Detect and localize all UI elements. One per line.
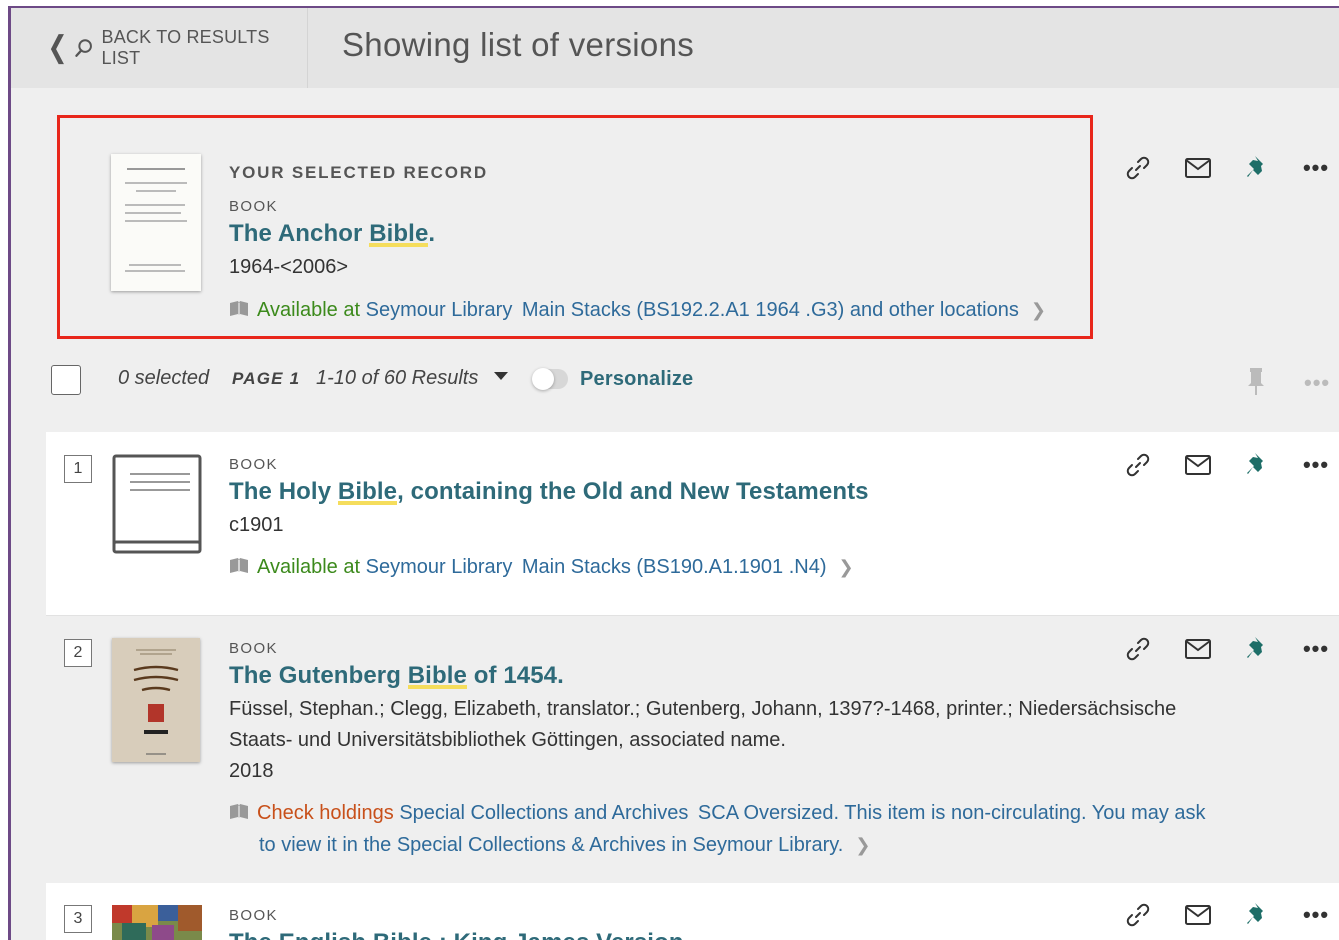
result-row-1: 1 BOOK The Holy Bible, containing the Ol… [46,432,1339,615]
more-icon[interactable]: ••• [1302,901,1330,929]
back-to-results-label: BACK TO RESULTS LIST [101,27,270,68]
availability-line-cont[interactable]: to view it in the Special Collections & … [259,829,870,861]
app-frame: ❮ BACK TO RESULTS LIST Showing list of v… [8,6,1339,940]
english-bible-cover-thumbnail[interactable] [112,905,202,940]
record-date: c1901 [229,514,284,536]
title-highlight: Bible [337,478,398,505]
page-title: Showing list of versions [342,26,695,63]
title-highlight: Bible [407,662,467,689]
more-icon[interactable]: ••• [1302,635,1330,663]
email-icon[interactable] [1184,154,1212,182]
gutenberg-cover-thumbnail[interactable] [112,638,200,762]
record-actions: ••• [1124,154,1328,188]
shelf-location: Main Stacks (BS192.2.A1 1964 .G3) and ot… [521,299,1019,321]
pin-icon[interactable] [1244,635,1272,663]
results-range-dropdown[interactable]: 1-10 of 60 Results [316,367,508,390]
page-indicator: PAGE 1 [232,369,301,388]
record-date: 1964-<2006> [229,256,349,278]
result-number: 1 [64,455,92,483]
record-authors: Füssel, Stephan.; Clegg, Elizabeth, tran… [229,698,1177,720]
generic-book-cover[interactable] [112,454,202,556]
pin-icon[interactable] [1244,154,1272,182]
title-text-end: of 1454. [466,662,564,689]
selected-record-kicker: YOUR SELECTED RECORD [229,163,488,182]
email-icon[interactable] [1184,635,1212,663]
availability-line[interactable]: Available at Seymour Library Main Stacks… [229,551,854,583]
book-icon [230,301,248,316]
record-authors-cont: Staats- und Universitätsbibliothek Götti… [229,729,786,751]
library-name: Seymour Library [365,556,513,578]
title-text: The Gutenberg [229,662,408,689]
title-highlight: Bible [369,220,429,247]
shelf-location: SCA Oversized. This item is non-circulat… [697,802,1206,824]
availability-status: Check holdings [257,802,394,824]
result-number: 3 [64,905,92,933]
selected-record: YOUR SELECTED RECORD BOOK The Anchor Bib… [46,132,1339,329]
result-number: 2 [64,639,92,667]
top-bar: ❮ BACK TO RESULTS LIST Showing list of v… [11,8,1339,88]
material-type: BOOK [229,198,278,215]
link-icon[interactable] [1124,635,1152,663]
personalize-toggle[interactable] [532,368,568,390]
back-to-results-button[interactable]: ❮ BACK TO RESULTS LIST [11,8,308,88]
record-title-link[interactable]: The Gutenberg Bible of 1454. [229,662,564,690]
record-title-link[interactable]: The English Bible : King James Version [229,929,684,940]
availability-line[interactable]: Available at Seymour Library Main Stacks… [229,294,1046,326]
chevron-right-icon: ❯ [855,835,871,855]
chevron-right-icon: ❯ [1030,300,1046,320]
material-type: BOOK [229,640,278,657]
result-row-2: 2 BOOK The Gutenberg Bible of 1454. Füss… [46,615,1339,883]
result-row-3: 3 BOOK The English Bible : King James Ve… [46,883,1339,940]
chevron-left-icon: ❮ [47,31,68,64]
more-icon[interactable]: ••• [1302,154,1330,182]
material-type: BOOK [229,907,278,924]
title-text-end: , containing the Old and New Testaments [397,478,869,505]
title-text-end: . [428,220,436,247]
personalize-label[interactable]: Personalize [580,368,693,391]
selected-count: 0 selected [118,367,210,389]
availability-status: Available at [257,556,361,578]
search-icon [75,39,93,57]
pin-icon[interactable] [1244,901,1272,929]
more-all-icon[interactable]: ••• [1304,372,1330,394]
shelf-location: Main Stacks (BS190.A1.1901 .N4) [521,556,827,578]
chevron-right-icon: ❯ [838,557,854,577]
title-text: The Holy [229,478,338,505]
email-icon[interactable] [1184,451,1212,479]
library-name: Seymour Library [365,299,513,321]
select-all-checkbox[interactable] [51,365,81,395]
material-type: BOOK [229,456,278,473]
record-actions: ••• [1124,901,1328,935]
link-icon[interactable] [1124,901,1152,929]
record-title-link[interactable]: The Holy Bible, containing the Old and N… [229,478,869,506]
link-icon[interactable] [1124,154,1152,182]
book-icon [230,558,248,573]
library-name: Special Collections and Archives [399,802,689,824]
shelf-location-cont: to view it in the Special Collections & … [259,834,844,856]
record-title-link[interactable]: The Anchor Bible. [229,220,435,248]
more-icon[interactable]: ••• [1302,451,1330,479]
record-cover-thumbnail[interactable] [111,154,201,291]
results-range-label: 1-10 of 60 Results [316,367,479,389]
link-icon[interactable] [1124,451,1152,479]
pin-all-icon[interactable] [1244,366,1268,401]
title-text: The Anchor [229,220,370,247]
record-actions: ••• [1124,451,1328,485]
book-icon [230,804,248,819]
availability-line[interactable]: Check holdings Special Collections and A… [229,797,1206,829]
results-toolbar: 0 selected PAGE 1 1-10 of 60 Results Per… [46,348,1339,408]
caret-down-icon [493,372,508,380]
email-icon[interactable] [1184,901,1212,929]
availability-status: Available at [257,299,361,321]
record-actions: ••• [1124,635,1328,669]
pin-icon[interactable] [1244,451,1272,479]
record-date: 2018 [229,760,274,782]
